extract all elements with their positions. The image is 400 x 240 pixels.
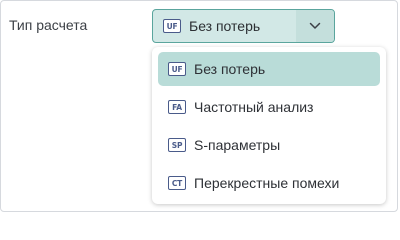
menu-item-crosstalk[interactable]: CT Перекрестные помехи: [158, 166, 380, 200]
select-value: UF Без потерь: [153, 18, 296, 34]
menu-item-label: Перекрестные помехи: [194, 175, 340, 191]
uf-badge-icon: UF: [163, 19, 181, 33]
menu-item-label: Без потерь: [194, 61, 266, 77]
sp-badge-icon: SP: [168, 138, 186, 152]
calc-type-select[interactable]: UF Без потерь: [152, 9, 335, 43]
menu-item-s-parameters[interactable]: SP S-параметры: [158, 128, 380, 162]
menu-item-label: S-параметры: [194, 137, 281, 153]
uf-badge-icon: UF: [168, 62, 186, 76]
menu-item-frequency-analysis[interactable]: FA Частотный анализ: [158, 90, 380, 124]
ct-badge-icon: CT: [168, 176, 186, 190]
calc-type-dropdown-menu: UF Без потерь FA Частотный анализ SP S-п…: [152, 47, 386, 204]
menu-item-label: Частотный анализ: [194, 99, 314, 115]
calc-type-label: Тип расчета: [9, 17, 88, 33]
chevron-down-icon[interactable]: [296, 10, 334, 42]
select-value-label: Без потерь: [189, 18, 261, 34]
menu-item-lossless[interactable]: UF Без потерь: [158, 52, 380, 86]
fa-badge-icon: FA: [168, 100, 186, 114]
